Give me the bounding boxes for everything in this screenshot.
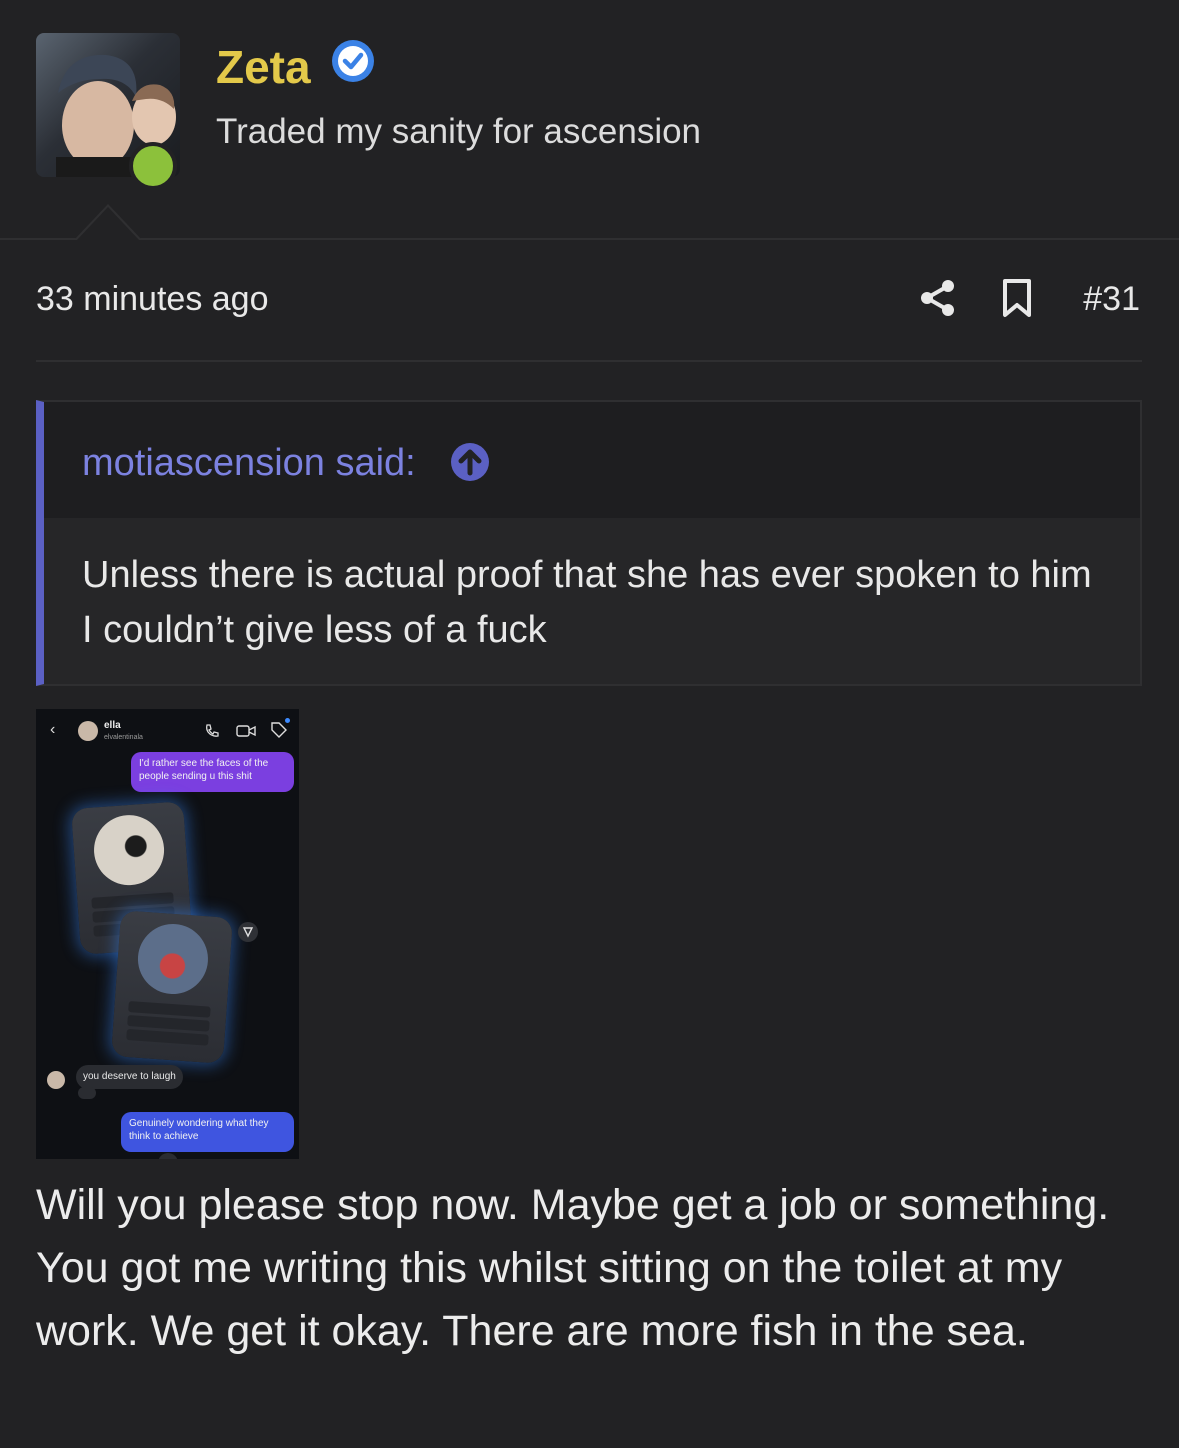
online-status-dot <box>129 142 177 190</box>
post-header: Zeta Traded my sanity for ascension <box>0 0 1179 240</box>
message-bubble-sent: Genuinely wondering what they think to a… <box>121 1112 294 1152</box>
phone-icon <box>206 724 219 737</box>
message-bubble-sent: I'd rather see the faces of the people s… <box>131 752 294 792</box>
quote-header: motiascension said: <box>44 402 1140 518</box>
verified-check-icon <box>332 40 374 82</box>
post-timestamp[interactable]: 33 minutes ago <box>36 280 269 319</box>
quote-block: motiascension said: Unless there is actu… <box>36 400 1142 686</box>
share-icon[interactable] <box>918 278 958 318</box>
notification-dot <box>285 718 290 723</box>
author-name[interactable]: Zeta <box>216 40 311 94</box>
post-body: Will you please stop now. Maybe get a jo… <box>36 1181 1110 1355</box>
contact-name: ella <box>104 720 121 731</box>
attached-image[interactable]: ‹ ella elvalentinala I'd rather see the … <box>36 709 299 1159</box>
post-number-link[interactable]: #31 <box>1083 280 1140 319</box>
arrow-up-circle-icon[interactable] <box>450 442 490 482</box>
profile-photo <box>135 921 211 997</box>
quote-text: Unless there is actual proof that she ha… <box>82 554 1092 651</box>
quote-author[interactable]: motiascension said: <box>82 442 416 485</box>
contact-handle: elvalentinala <box>104 734 143 741</box>
tag-icon <box>271 722 287 738</box>
contact-avatar <box>47 1071 65 1089</box>
author-title: Traded my sanity for ascension <box>216 112 702 151</box>
profile-photo <box>91 812 167 888</box>
back-arrow-icon: ‹ <box>50 721 56 738</box>
bookmark-icon[interactable] <box>1000 278 1034 318</box>
send-icon <box>238 922 258 942</box>
post-meta-row: 33 minutes ago #31 <box>36 276 1142 362</box>
message-bubble-received: you deserve to laugh <box>76 1065 183 1089</box>
shared-profile-card <box>111 910 233 1064</box>
video-icon <box>236 725 256 737</box>
contact-avatar <box>78 721 98 741</box>
reaction-badge <box>78 1087 96 1099</box>
